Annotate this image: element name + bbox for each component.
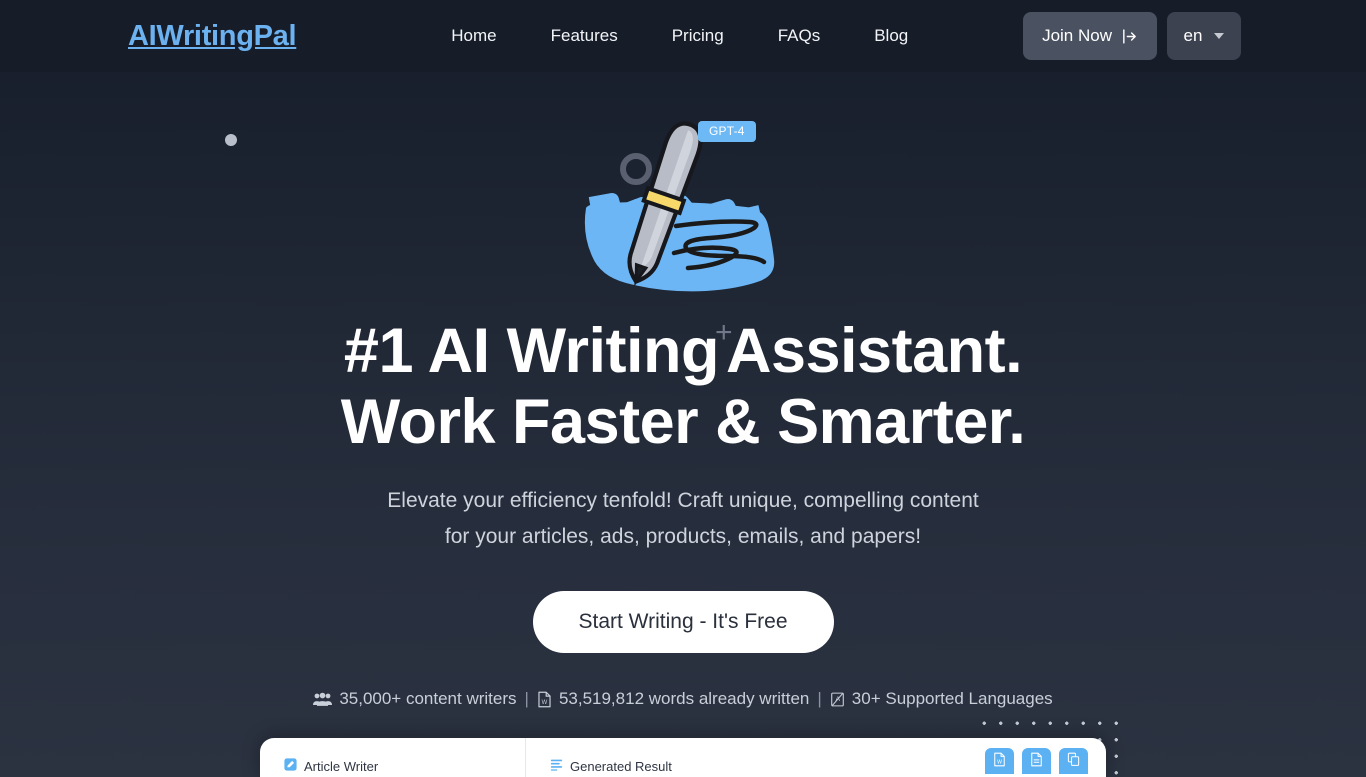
stat-supported-languages: A 30+ Supported Languages [830,689,1053,709]
language-selector[interactable]: en [1167,12,1241,60]
headline-line1-part2: Assistant. [725,316,1023,386]
decorative-ring [620,153,652,185]
nav-link-pricing[interactable]: Pricing [672,26,724,46]
article-writer-label: Article Writer [304,758,379,774]
pencil-edit-icon [284,758,297,774]
hero-subtitle: Elevate your efficiency tenfold! Craft u… [0,483,1366,555]
svg-text:W: W [997,759,1002,765]
copy-icon [1067,752,1080,770]
copy-button[interactable] [1059,748,1088,774]
navbar-actions: Join Now en [1023,12,1241,60]
chevron-down-icon [1214,33,1225,39]
word-document-icon: W [537,691,552,708]
result-action-buttons: W [985,748,1088,774]
top-navbar: AIWritingPal Home Features Pricing FAQs … [0,0,1366,72]
article-writer-label-group: Article Writer [284,758,378,774]
cta-container: Start Writing - It's Free [0,591,1366,654]
export-word-button[interactable]: W [985,748,1014,774]
export-doc-button[interactable] [1022,748,1051,774]
svg-text:W: W [542,700,548,706]
editor-preview-panel: Article Writer Generated Result W [260,738,1106,777]
sign-in-icon [1121,28,1138,45]
stat-content-writers-label: 35,000+ content writers [339,689,517,709]
stat-content-writers: 35,000+ content writers [313,689,517,709]
stat-supported-languages-label: 30+ Supported Languages [851,689,1053,709]
generated-result-pane: Generated Result W [526,738,1106,777]
decorative-dot [225,134,237,146]
headline-line1-part1: #1 AI Writing [343,316,720,386]
stat-words-written-label: 53,519,812 words already written [558,689,810,709]
nav-link-features[interactable]: Features [551,26,618,46]
stats-separator-2: | [817,689,822,709]
document-file-icon [1030,752,1043,770]
article-writer-pane: Article Writer [260,738,526,777]
subtitle-line1: Elevate your efficiency tenfold! Craft u… [387,489,979,513]
generated-result-label-group: Generated Result [550,758,672,774]
page-title: #1 AI Writing+Assistant. Work Faster & S… [0,316,1366,457]
brand-logo[interactable]: AIWritingPal [128,20,297,53]
main-navigation: Home Features Pricing FAQs Blog [451,26,908,46]
stat-words-written: W 53,519,812 words already written [537,689,809,709]
join-now-button[interactable]: Join Now [1023,12,1157,60]
pen-graphic [584,121,775,292]
join-now-label: Join Now [1042,26,1112,45]
stats-separator-1: | [524,689,529,709]
language-value: en [1183,26,1203,45]
generated-result-label: Generated Result [570,758,672,774]
hero-section: GPT-4 #1 AI Writing+Assistant. Work Fast… [0,72,1366,709]
translate-icon: A [830,691,845,708]
nav-link-faqs[interactable]: FAQs [778,26,821,46]
nav-link-home[interactable]: Home [451,26,496,46]
subtitle-line2: for your articles, ads, products, emails… [444,525,922,549]
headline-line2: Work Faster & Smarter. [340,386,1026,457]
nav-link-blog[interactable]: Blog [874,26,908,46]
start-writing-button[interactable]: Start Writing - It's Free [532,591,834,654]
list-lines-icon [550,758,563,774]
pen-writing-illustration: GPT-4 [568,108,798,298]
gpt-version-badge: GPT-4 [698,121,756,142]
users-group-icon [313,692,333,707]
hero-stats: 35,000+ content writers | W 53,519,812 w… [0,689,1366,709]
word-file-icon: W [993,752,1006,770]
